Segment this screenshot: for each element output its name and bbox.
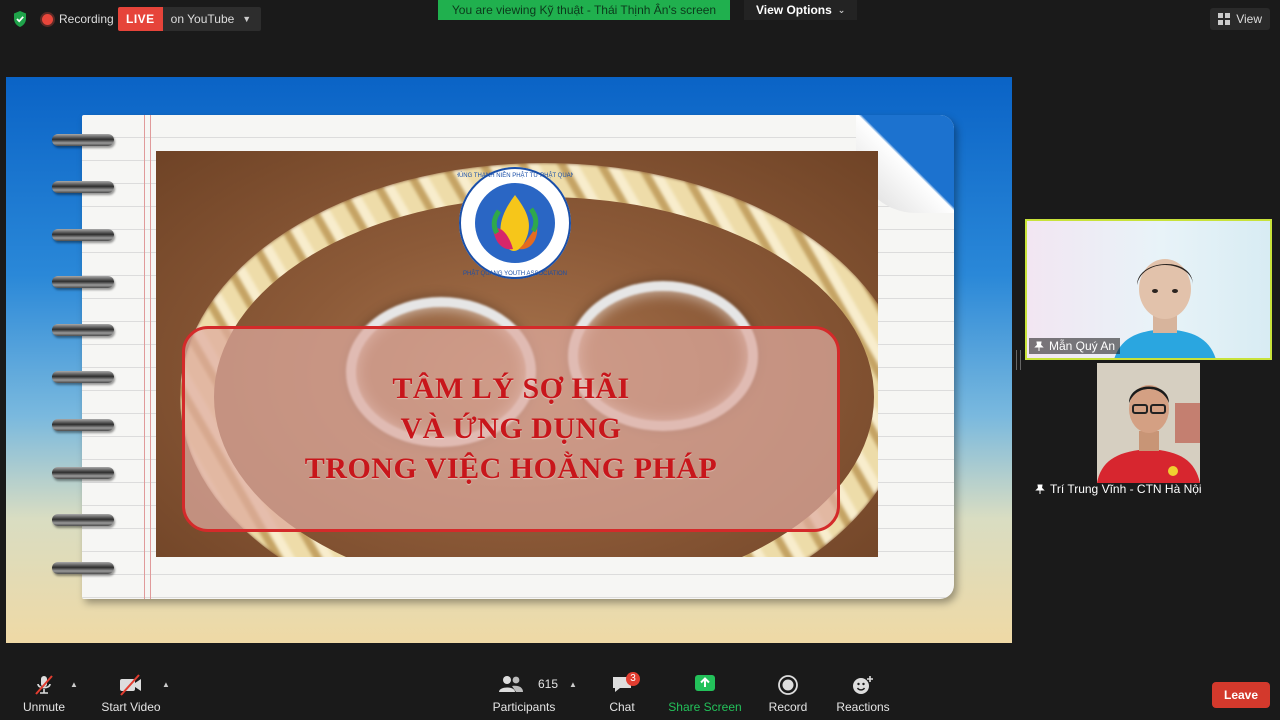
audio-options-caret-icon[interactable]: ▲ bbox=[70, 680, 78, 689]
participant-name-tag: Mẫn Quý An bbox=[1029, 338, 1121, 354]
recording-indicator[interactable]: Recording bbox=[42, 12, 114, 26]
participant-video-feed bbox=[1097, 363, 1200, 483]
chevron-down-icon: ▼ bbox=[242, 14, 252, 24]
participant-video-tile[interactable] bbox=[1097, 363, 1200, 483]
start-video-label: Start Video bbox=[101, 700, 161, 714]
reactions-button[interactable]: Reactions bbox=[836, 660, 890, 720]
slide-title-line-3: TRONG VIỆC HOẰNG PHÁP bbox=[304, 452, 718, 485]
record-label: Record bbox=[768, 700, 808, 714]
security-shield-icon[interactable] bbox=[12, 10, 28, 28]
chat-label: Chat bbox=[609, 700, 635, 714]
record-icon bbox=[778, 675, 798, 695]
spiral-ring bbox=[52, 324, 114, 336]
spiral-ring bbox=[52, 562, 114, 574]
leave-button[interactable]: Leave bbox=[1212, 682, 1270, 708]
recording-label: Recording bbox=[59, 12, 114, 26]
participants-count: 615 bbox=[538, 677, 559, 691]
shared-screen: CHÚNG THANH NIÊN PHẬT TỬ PHẬT QUANG PHẬT… bbox=[6, 77, 1012, 643]
view-button[interactable]: View bbox=[1210, 8, 1270, 30]
youtube-label: on YouTube bbox=[170, 12, 235, 26]
logo-text-top: CHÚNG THANH NIÊN PHẬT TỬ PHẬT QUANG bbox=[457, 171, 573, 179]
share-screen-button[interactable]: Share Screen bbox=[668, 660, 742, 720]
slide-title-box: TÂM LÝ SỢ HÃI VÀ ỨNG DỤNG TRONG VIỆC HOẰ… bbox=[182, 326, 840, 532]
pin-icon bbox=[1035, 484, 1045, 494]
logo-text-bottom: PHẬT QUANG YOUTH ASSOCIATION bbox=[463, 270, 567, 277]
view-options-button[interactable]: View Options ⌄ bbox=[744, 0, 858, 20]
participants-options-caret-icon[interactable]: ▲ bbox=[569, 680, 577, 689]
meeting-toolbar: Unmute ▲ Start Video ▲ 615 Participants … bbox=[0, 660, 1280, 720]
participant-name: Mẫn Quý An bbox=[1049, 339, 1116, 353]
smiley-add-icon bbox=[853, 676, 873, 694]
share-screen-arrow-icon bbox=[695, 675, 715, 691]
microphone-muted-icon bbox=[35, 675, 53, 695]
grid-view-icon bbox=[1218, 13, 1231, 25]
reactions-label: Reactions bbox=[836, 700, 890, 714]
participant-name-tag: Trí Trung Vĩnh - CTN Hà Nội bbox=[1030, 481, 1207, 497]
participant-video-feed bbox=[1114, 259, 1216, 358]
spiral-ring bbox=[52, 371, 114, 383]
spiral-ring bbox=[52, 467, 114, 479]
spiral-ring bbox=[52, 181, 114, 193]
video-options-caret-icon[interactable]: ▲ bbox=[162, 680, 170, 689]
participant-video-tile[interactable]: Mẫn Quý An bbox=[1025, 219, 1272, 360]
view-options-label: View Options bbox=[756, 3, 832, 17]
recording-dot-icon bbox=[42, 13, 53, 25]
live-badge: LIVE bbox=[118, 7, 163, 31]
view-label: View bbox=[1236, 12, 1262, 26]
viewing-screen-banner: You are viewing Kỹ thuật - Thái Thịnh Ân… bbox=[438, 0, 730, 20]
video-camera-off-icon bbox=[120, 674, 141, 696]
participants-icon bbox=[499, 676, 524, 692]
participants-label: Participants bbox=[492, 700, 556, 714]
association-logo: CHÚNG THANH NIÊN PHẬT TỬ PHẬT QUANG PHẬT… bbox=[457, 167, 573, 279]
slide-title-line-1: TÂM LÝ SỢ HÃI bbox=[392, 372, 630, 405]
youtube-stream-button[interactable]: on YouTube ▼ bbox=[162, 7, 262, 31]
unmute-label: Unmute bbox=[22, 700, 66, 714]
live-stream-control[interactable]: LIVE on YouTube ▼ bbox=[118, 7, 262, 31]
pin-icon bbox=[1034, 341, 1044, 351]
start-video-button[interactable]: Start Video bbox=[100, 660, 162, 720]
participant-name: Trí Trung Vĩnh - CTN Hà Nội bbox=[1050, 482, 1202, 496]
record-button[interactable]: Record bbox=[766, 660, 810, 720]
unmute-button[interactable]: Unmute bbox=[18, 660, 70, 720]
panel-resize-handle[interactable] bbox=[1016, 350, 1021, 370]
spiral-ring bbox=[52, 514, 114, 526]
participants-button[interactable]: 615 Participants bbox=[492, 660, 559, 720]
share-screen-label: Share Screen bbox=[668, 700, 742, 714]
spiral-ring bbox=[52, 419, 114, 431]
slide-title-line-2: VÀ ỨNG DỤNG bbox=[400, 412, 622, 445]
spiral-ring bbox=[52, 276, 114, 288]
chat-button[interactable]: 3 Chat bbox=[602, 660, 642, 720]
spiral-ring bbox=[52, 134, 114, 146]
spiral-ring bbox=[52, 229, 114, 241]
chat-unread-badge: 3 bbox=[626, 672, 640, 686]
chevron-down-icon: ⌄ bbox=[837, 5, 846, 15]
